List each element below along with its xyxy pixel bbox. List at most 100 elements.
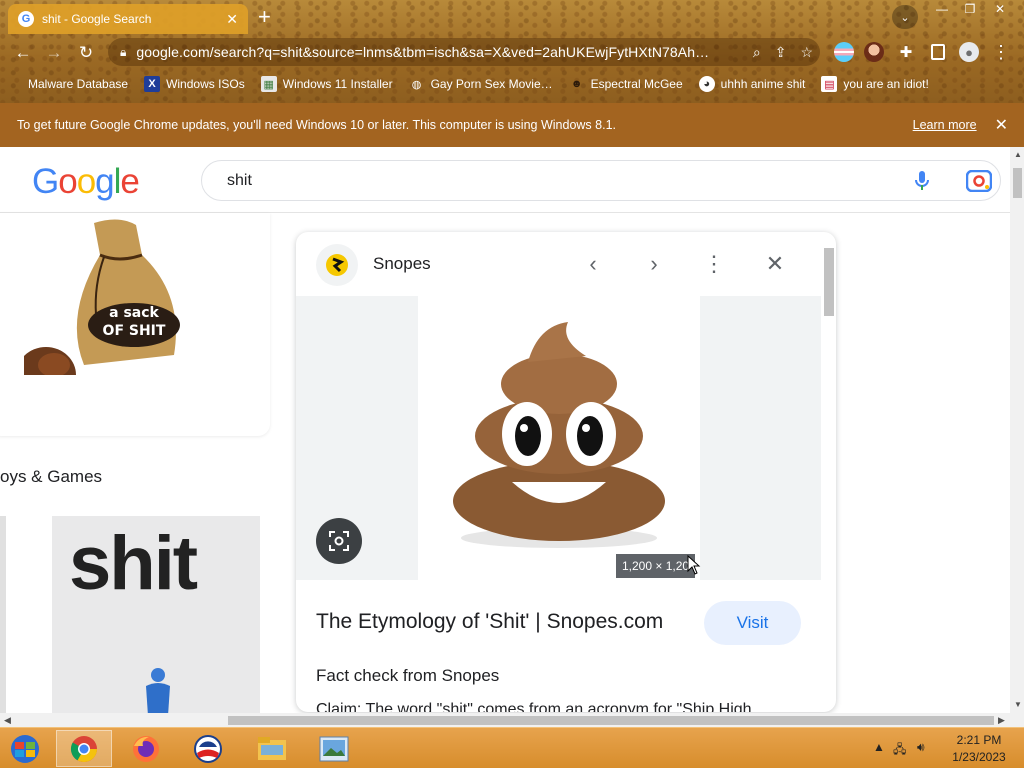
show-hidden-icons-button[interactable]: ▲: [873, 740, 885, 754]
infobar-close-icon[interactable]: ✕: [995, 115, 1008, 135]
thumb-text: shit: [69, 521, 198, 606]
search-input[interactable]: shit: [201, 160, 1001, 201]
taskbar-firefox[interactable]: [118, 730, 174, 767]
forward-button[interactable]: →: [43, 42, 65, 64]
search-image-lens-button[interactable]: [316, 518, 362, 564]
browser-tab[interactable]: G shit - Google Search ✕: [8, 4, 248, 34]
network-icon[interactable]: 🖧︎: [893, 740, 906, 761]
photo-viewer-icon: [319, 736, 349, 761]
taskbar-chrome[interactable]: [56, 730, 112, 767]
mouse-cursor-icon: [687, 555, 701, 575]
vertical-scroll-thumb[interactable]: [1013, 168, 1022, 198]
taskbar-photo-viewer[interactable]: [306, 730, 362, 767]
next-arrow-icon[interactable]: ›: [641, 251, 667, 277]
address-bar[interactable]: 🔒︎ google.com/search?q=shit&source=lnms&…: [108, 38, 820, 66]
window-close-button[interactable]: ✕: [986, 0, 1014, 18]
tab-search-button[interactable]: ⌄: [892, 5, 918, 29]
restore-button[interactable]: ❐: [956, 0, 984, 18]
vertical-scrollbar[interactable]: ▲ ▼: [1010, 147, 1024, 713]
image-results-column: a sack OF SHIT oys & Games shit: [0, 213, 286, 713]
preview-image: [418, 296, 700, 580]
horizontal-scroll-thumb[interactable]: [228, 716, 994, 725]
avatar-extension-icon[interactable]: [864, 42, 884, 62]
chrome-icon: [70, 735, 98, 762]
bookmark-label: you are an idiot!: [843, 77, 929, 91]
snopes-logo-icon[interactable]: [316, 244, 358, 286]
image-result-card[interactable]: shit: [52, 516, 260, 713]
taskbar-obama-app[interactable]: [180, 730, 236, 767]
clock-date: 1/23/2023: [952, 750, 1006, 764]
chrome-menu-icon[interactable]: ⋮: [992, 42, 1012, 62]
side-panel-icon[interactable]: [931, 44, 945, 60]
preview-scrollbar-thumb[interactable]: [824, 248, 834, 316]
logo-letter: e: [120, 162, 139, 201]
previous-arrow-icon[interactable]: ‹: [580, 251, 606, 277]
image-dimensions-badge: 1,200 × 1,20: [616, 554, 696, 578]
preview-image-area[interactable]: 1,200 × 1,20: [296, 296, 821, 580]
bookmark-you-are-an-idiot[interactable]: ▤ you are an idiot!: [821, 76, 929, 92]
horizontal-scrollbar[interactable]: ◀ ▶: [0, 713, 1024, 727]
google-header: Google shit: [0, 147, 1010, 213]
start-icon: [11, 734, 39, 763]
image-preview-panel: Snopes ‹ › ⋮ ✕ 1,200 × 1,20 The Etymolog…: [296, 232, 836, 712]
share-icon[interactable]: ⇪: [775, 44, 787, 61]
lock-icon[interactable]: 🔒︎: [120, 45, 126, 60]
start-button[interactable]: [0, 730, 50, 767]
logo-letter: o: [58, 162, 77, 201]
bookmark-label: Malware Database: [28, 77, 129, 91]
logo-letter: G: [32, 162, 59, 201]
poop-emoji-image: [453, 322, 665, 548]
logo-letter: o: [76, 162, 96, 201]
character-icon: ☻: [570, 78, 583, 90]
google-lens-icon[interactable]: [966, 170, 992, 192]
reload-button[interactable]: ↻: [75, 42, 97, 64]
infobar-message: To get future Google Chrome updates, you…: [17, 118, 616, 132]
bookmark-star-icon[interactable]: ☆: [800, 44, 813, 61]
source-site-name[interactable]: Snopes: [373, 254, 431, 274]
new-tab-button[interactable]: +: [258, 6, 271, 28]
uk-flag-icon: ▤: [821, 76, 838, 92]
bookmark-favicon-icon: [18, 76, 22, 92]
bookmark-windows-11-installer[interactable]: ▦ Windows 11 Installer: [260, 76, 393, 92]
image-result-card[interactable]: [0, 516, 6, 713]
firefox-icon: [133, 735, 159, 762]
close-preview-icon[interactable]: ✕: [762, 251, 788, 277]
x-logo-icon: X: [144, 76, 161, 92]
more-options-icon[interactable]: ⋮: [701, 251, 727, 277]
scroll-right-arrow-icon[interactable]: ▶: [998, 715, 1005, 726]
tab-close-icon[interactable]: ✕: [226, 11, 238, 28]
bookmark-gay-porn[interactable]: ◍ Gay Porn Sex Movie…: [409, 76, 553, 92]
scroll-left-arrow-icon[interactable]: ◀: [4, 715, 11, 726]
bookmark-windows-isos[interactable]: X Windows ISOs: [144, 76, 245, 92]
minimize-button[interactable]: —: [928, 0, 956, 18]
bookmark-anime[interactable]: ◕ uhhh anime shit: [698, 76, 805, 92]
preview-header: Snopes ‹ › ⋮ ✕: [296, 232, 836, 296]
back-button[interactable]: ←: [12, 42, 34, 64]
related-category-label[interactable]: oys & Games: [0, 467, 102, 487]
bookmark-espectral-mcgee[interactable]: ☻ Espectral McGee: [569, 76, 683, 92]
bookmark-malware-database[interactable]: Malware Database: [18, 76, 128, 92]
bookmark-label: Windows ISOs: [166, 77, 245, 91]
profile-avatar-icon[interactable]: ●: [959, 42, 979, 62]
claim-text: Claim: The word "shit" comes from an acr…: [316, 701, 752, 712]
google-favicon-icon: G: [18, 11, 34, 27]
scroll-down-arrow-icon[interactable]: ▼: [1014, 700, 1022, 709]
extensions-puzzle-icon[interactable]: ✚: [896, 42, 916, 62]
taskbar-file-explorer[interactable]: [244, 730, 300, 767]
bookmark-label: Windows 11 Installer: [282, 77, 393, 91]
image-result-card[interactable]: a sack OF SHIT: [0, 213, 270, 436]
trans-flag-extension-icon[interactable]: [834, 42, 854, 62]
taskbar-clock[interactable]: 2:21 PM 1/23/2023: [940, 732, 1018, 766]
fact-check-label: Fact check from Snopes: [316, 666, 500, 685]
globe-icon: ◍: [411, 78, 422, 91]
clock-time: 2:21 PM: [956, 733, 1002, 747]
learn-more-link[interactable]: Learn more: [913, 118, 977, 132]
bookmark-label: Gay Porn Sex Movie…: [430, 77, 553, 91]
scroll-up-arrow-icon[interactable]: ▲: [1014, 150, 1022, 159]
google-logo[interactable]: Google: [32, 162, 140, 202]
zoom-icon[interactable]: ⌕: [753, 44, 761, 61]
microphone-icon[interactable]: [914, 170, 930, 192]
visit-button[interactable]: Visit: [704, 601, 801, 645]
volume-icon[interactable]: 🔊︎: [917, 740, 925, 755]
result-title-link[interactable]: The Etymology of 'Shit' | Snopes.com: [316, 610, 663, 634]
